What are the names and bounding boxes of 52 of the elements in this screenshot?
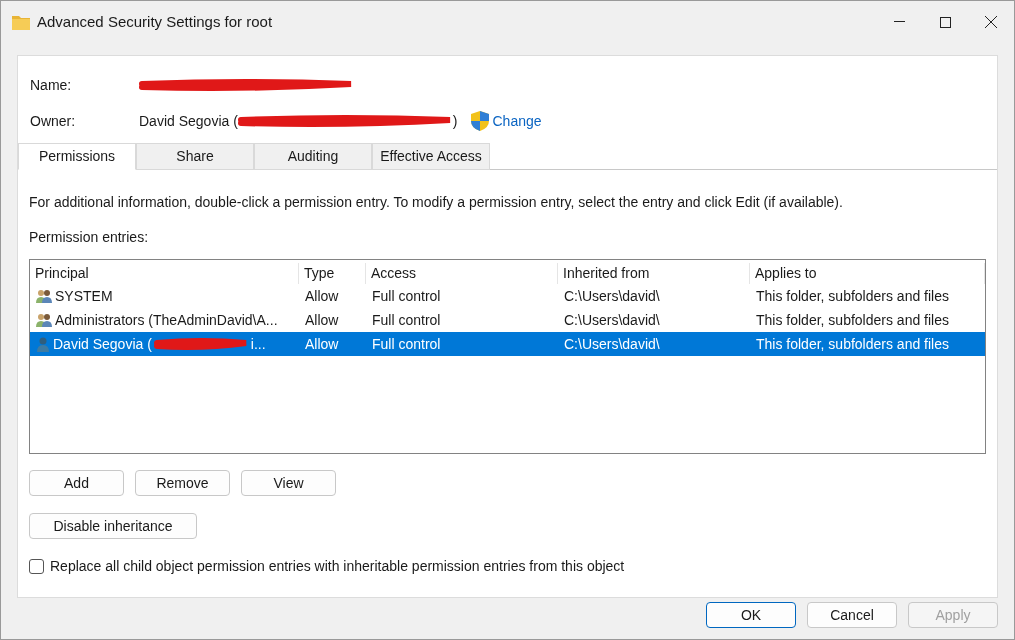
button[interactable]: View <box>241 470 336 496</box>
checkbox[interactable] <box>29 559 44 574</box>
tab[interactable]: Permissions <box>18 143 136 170</box>
owner-label: Owner: <box>30 111 77 131</box>
table-cell-text: Full control <box>371 286 442 306</box>
button[interactable]: Remove <box>135 470 230 496</box>
table-cell-text: Allow <box>304 334 340 354</box>
column-header[interactable]: Type <box>299 262 366 284</box>
folder-icon <box>12 14 30 30</box>
column-header[interactable]: Principal <box>30 262 299 284</box>
table-cell-text: David Segovia ( <box>53 334 152 354</box>
table-cell-text: C:\Users\david\ <box>563 334 661 354</box>
table-cell-text: This folder, subfolders and files <box>755 334 950 354</box>
change-link[interactable]: Change <box>492 110 542 132</box>
tab[interactable]: Share <box>136 143 254 170</box>
table-cell-text: Full control <box>371 310 442 330</box>
users-icon <box>35 312 53 328</box>
users-icon <box>35 288 53 304</box>
info-text: For additional information, double-click a permission entry. To modify a permission entry, select the entry and click Edit (if available). <box>29 193 844 212</box>
shield-icon <box>470 111 489 131</box>
name-label: Name: <box>30 75 73 95</box>
table-row[interactable]: SYSTEM Allow Full control C:\Users\david\ This folder, subfolders and files <box>30 284 985 308</box>
table-row[interactable]: Administrators (TheAdminDavid\A... Allow Full control C:\Users\david\ This folder, subfolders and files <box>30 308 985 332</box>
column-header[interactable]: Access <box>366 262 558 284</box>
table-cell-text: Allow <box>304 286 340 306</box>
button[interactable]: OK <box>706 602 796 628</box>
checkbox-label: Replace all child object permission entries with inheritable permission entries from this object <box>50 557 625 576</box>
tab[interactable]: Auditing <box>254 143 372 170</box>
minimize-icon <box>893 21 905 23</box>
maximize-icon <box>939 16 951 28</box>
button[interactable]: Cancel <box>807 602 897 628</box>
table-cell-text: Full control <box>371 334 442 354</box>
user-icon <box>35 336 51 352</box>
table-cell-text: This folder, subfolders and files <box>755 286 950 306</box>
column-header[interactable]: Inherited from <box>558 262 750 284</box>
table-cell-text: Administrators (TheAdminDavid\A... <box>55 310 278 330</box>
window-title: Advanced Security Settings for root <box>37 11 273 32</box>
button[interactable]: Disable inheritance <box>29 513 197 539</box>
owner-value-end: ) <box>452 111 458 131</box>
table-cell-text: C:\Users\david\ <box>563 286 661 306</box>
column-header[interactable]: Applies to <box>750 262 985 284</box>
owner-value: David Segovia ( <box>139 111 238 131</box>
table-cell-text: Allow <box>304 310 340 330</box>
tab[interactable]: Effective Access <box>372 143 490 170</box>
table-cell-text: C:\Users\david\ <box>563 310 661 330</box>
close-icon <box>985 16 997 28</box>
entries-label: Permission entries: <box>29 228 150 247</box>
table-cell-text: This folder, subfolders and files <box>755 310 950 330</box>
table-row[interactable]: David Segovia ( i... Allow Full control C:\Users\david\ This folder, subfolders and files <box>30 332 985 356</box>
button[interactable]: Add <box>29 470 124 496</box>
table-cell-text: i... <box>250 334 266 354</box>
table-cell-text: SYSTEM <box>55 286 113 306</box>
